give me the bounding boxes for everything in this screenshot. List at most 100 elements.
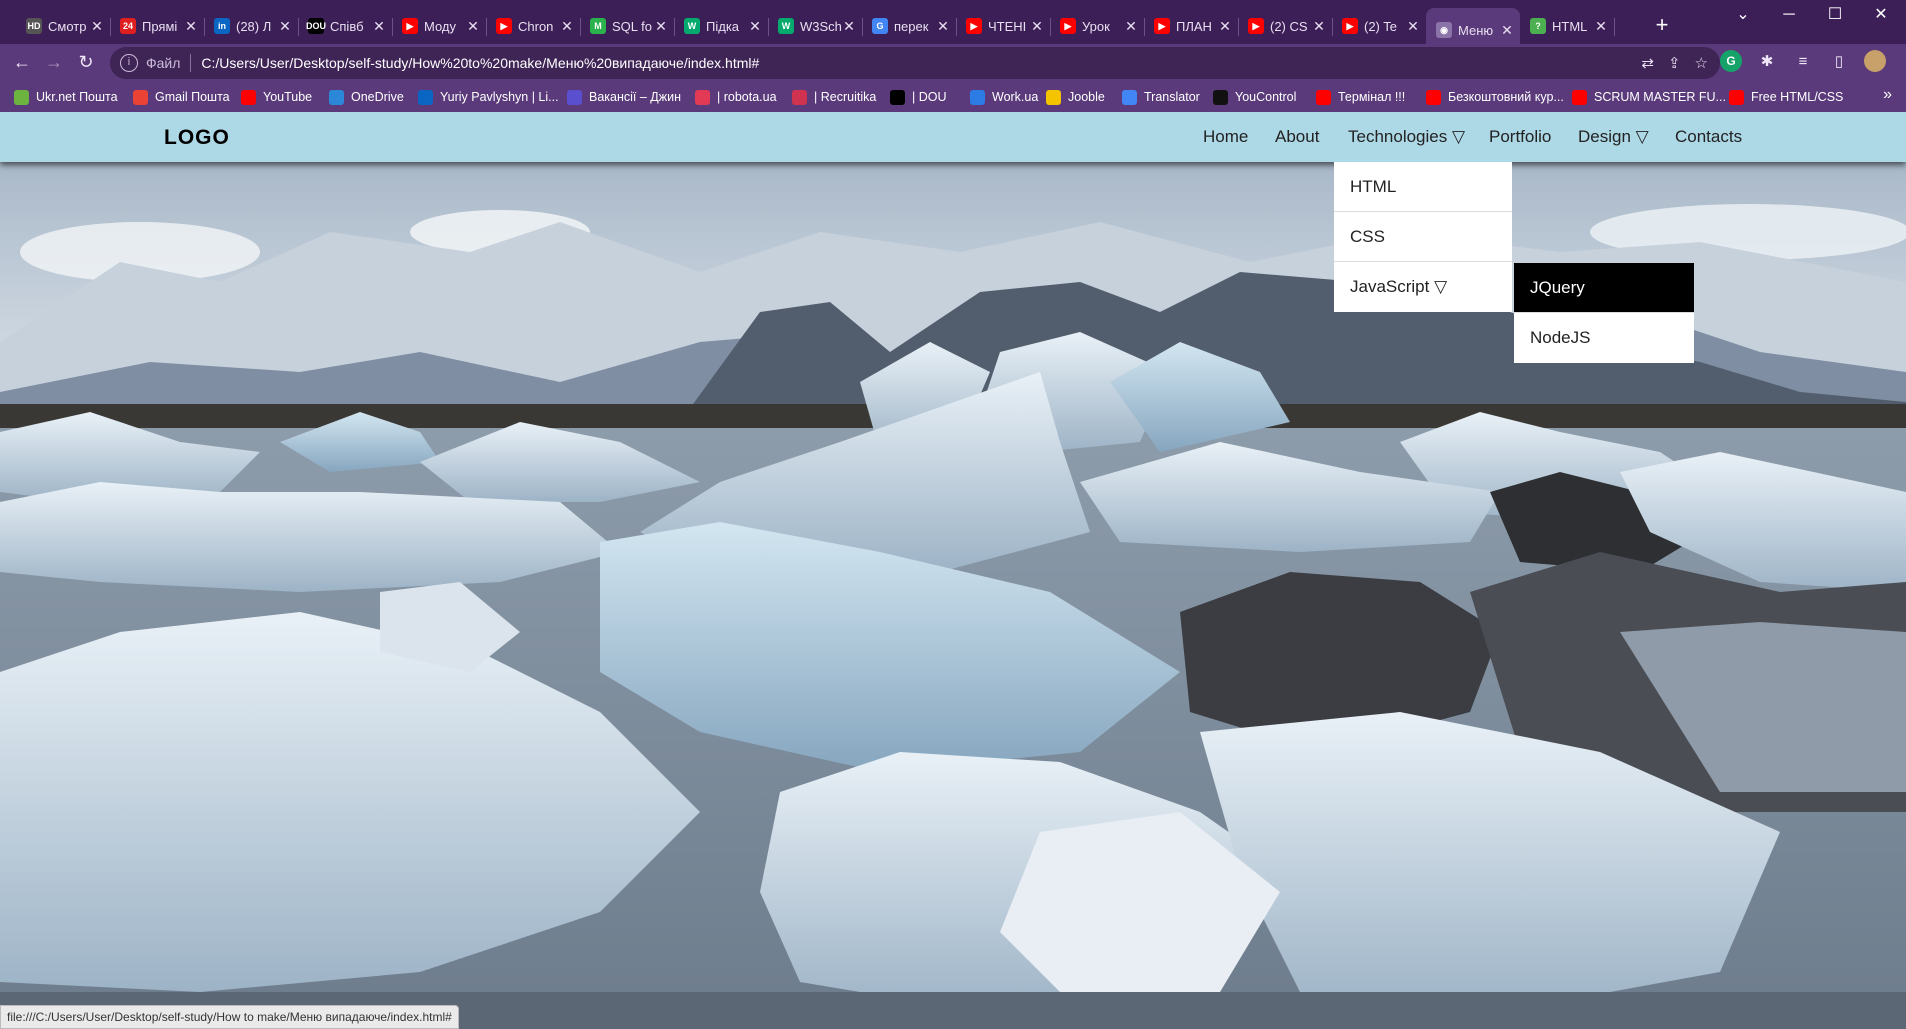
close-tab-icon[interactable]: ✕ [466, 18, 480, 35]
reading-list-icon[interactable]: ≡ [1792, 50, 1814, 72]
browser-tab[interactable]: ▶ Урок ✕ [1050, 10, 1144, 42]
bookmark-item[interactable]: Free HTML/CSS [1729, 88, 1843, 106]
youtube-icon: ▶ [1342, 18, 1358, 34]
nav-technologies-link[interactable]: Technologies ▽ [1348, 112, 1465, 162]
address-scheme: Файл [146, 55, 181, 71]
workua-icon [970, 89, 985, 105]
bookmark-label: Безкоштовний кур... [1448, 90, 1564, 104]
bookmark-star-icon[interactable]: ☆ [1695, 54, 1708, 72]
24-icon: 24 [120, 18, 136, 34]
bookmark-label: | robota.ua [717, 90, 777, 104]
tab-title: SQL fo [612, 18, 652, 34]
youtube-icon: ▶ [496, 18, 512, 34]
nav-portfolio-link[interactable]: Portfolio [1489, 112, 1551, 162]
browser-tab[interactable]: ▶ ПЛАН ✕ [1144, 10, 1238, 42]
close-window-button[interactable]: ✕ [1858, 0, 1904, 32]
close-tab-icon[interactable]: ✕ [654, 18, 668, 35]
browser-tab[interactable]: 24 Прямі ✕ [110, 10, 204, 42]
close-tab-icon[interactable]: ✕ [90, 18, 104, 35]
forward-icon[interactable]: → [40, 48, 68, 76]
close-tab-icon[interactable]: ✕ [560, 18, 574, 35]
minimize-button[interactable]: ─ [1766, 0, 1812, 32]
close-tab-icon[interactable]: ✕ [1218, 18, 1232, 35]
bookmark-item[interactable]: SCRUM MASTER FU... [1572, 88, 1726, 106]
close-tab-icon[interactable]: ✕ [184, 18, 198, 35]
reload-icon[interactable]: ↻ [72, 48, 100, 76]
youtube-icon: ▶ [966, 18, 982, 34]
close-tab-icon[interactable]: ✕ [1406, 18, 1420, 35]
bookmark-item[interactable]: Yuriy Pavlyshyn | Li... [418, 88, 559, 106]
grammarly-icon[interactable]: G [1720, 50, 1742, 72]
browser-tab[interactable]: ▶ (2) Te ✕ [1332, 10, 1426, 42]
bookmark-item[interactable]: Gmail Пошта [133, 88, 230, 106]
tab-title: Chron [518, 18, 554, 34]
close-tab-icon[interactable]: ✕ [278, 18, 292, 35]
maximize-button[interactable]: ☐ [1812, 0, 1858, 32]
browser-tab[interactable]: ? HTML ✕ [1520, 10, 1614, 42]
tab-title: Прямі [142, 18, 178, 34]
browser-tab[interactable]: in (28) Л ✕ [204, 10, 298, 42]
bookmark-item[interactable]: Jooble [1046, 88, 1105, 106]
close-tab-icon[interactable]: ✕ [1312, 18, 1326, 35]
close-tab-icon[interactable]: ✕ [1030, 18, 1044, 35]
browser-tab[interactable]: W W3Sch ✕ [768, 10, 862, 42]
browser-tab[interactable]: W Підка ✕ [674, 10, 768, 42]
site-logo[interactable]: LOGO [164, 126, 230, 150]
bookmark-item[interactable]: Термінал !!! [1316, 88, 1405, 106]
dropdown-item-html[interactable]: HTML [1334, 162, 1512, 212]
close-tab-icon[interactable]: ✕ [1500, 22, 1514, 39]
bookmarks-overflow-icon[interactable]: » [1883, 86, 1892, 104]
nav-home-link[interactable]: Home [1203, 112, 1248, 162]
browser-tab[interactable]: ▶ Chron ✕ [486, 10, 580, 42]
bookmark-item[interactable]: Translator [1122, 88, 1200, 106]
browser-tab[interactable]: DOU Співб ✕ [298, 10, 392, 42]
new-tab-button[interactable]: + [1648, 12, 1676, 40]
browser-tab[interactable]: ▶ (2) CS ✕ [1238, 10, 1332, 42]
browser-tab[interactable]: ▶ ЧТЕНІ ✕ [956, 10, 1050, 42]
dropdown-item-javascript[interactable]: JavaScript ▽ [1334, 262, 1512, 312]
address-bar[interactable]: i Файл C:/Users/User/Desktop/self-study/… [110, 47, 1720, 79]
bookmark-item[interactable]: Ukr.net Пошта [14, 88, 118, 106]
browser-tab[interactable]: M SQL fo ✕ [580, 10, 674, 42]
close-tab-icon[interactable]: ✕ [748, 18, 762, 35]
w3-icon: W [778, 18, 794, 34]
nav-about-link[interactable]: About [1275, 112, 1319, 162]
bookmark-item[interactable]: | robota.ua [695, 88, 777, 106]
info-icon[interactable]: i [120, 54, 138, 72]
close-tab-icon[interactable]: ✕ [936, 18, 950, 35]
bookmark-item[interactable]: YouTube [241, 88, 312, 106]
bookmark-item[interactable]: YouControl [1213, 88, 1296, 106]
bookmark-item[interactable]: | Recruitika [792, 88, 876, 106]
close-tab-icon[interactable]: ✕ [1124, 18, 1138, 35]
close-tab-icon[interactable]: ✕ [842, 18, 856, 35]
address-url[interactable]: C:/Users/User/Desktop/self-study/How%20t… [201, 55, 759, 71]
submenu-item-nodejs[interactable]: NodeJS [1514, 313, 1694, 363]
side-panel-icon[interactable]: ▯ [1828, 50, 1850, 72]
jooble-icon [1046, 89, 1061, 105]
nav-contacts-link[interactable]: Contacts [1675, 112, 1742, 162]
bookmark-item[interactable]: Безкоштовний кур... [1426, 88, 1564, 106]
browser-tab[interactable]: HD Смотр ✕ [16, 10, 110, 42]
youtube-icon: ▶ [1248, 18, 1264, 34]
bookmark-item[interactable]: | DOU [890, 88, 947, 106]
nav-design-link[interactable]: Design ▽ [1578, 112, 1649, 162]
dropdown-item-css[interactable]: CSS [1334, 212, 1512, 262]
extensions-icon[interactable]: ✱ [1756, 50, 1778, 72]
submenu-item-jquery[interactable]: JQuery [1514, 263, 1694, 313]
profile-avatar[interactable] [1864, 50, 1886, 72]
tab-search-icon[interactable]: ⌄ [1720, 0, 1766, 32]
close-tab-icon[interactable]: ✕ [372, 18, 386, 35]
ukrnet-icon [14, 89, 29, 105]
bookmark-item[interactable]: Вакансії – Джин [567, 88, 681, 106]
youtube-icon: ▶ [402, 18, 418, 34]
browser-tab[interactable]: ▶ Моду ✕ [392, 10, 486, 42]
bookmark-item[interactable]: OneDrive [329, 88, 404, 106]
google-icon [1122, 89, 1137, 105]
bookmark-item[interactable]: Work.ua [970, 88, 1038, 106]
back-icon[interactable]: ← [8, 48, 36, 76]
menu-kebab-icon[interactable]: ⋮ [1900, 50, 1906, 72]
browser-tab[interactable]: Gперек ✕ [862, 10, 956, 42]
close-tab-icon[interactable]: ✕ [1594, 18, 1608, 35]
translate-icon[interactable]: ⇄ [1641, 54, 1654, 72]
share-icon[interactable]: ⇪ [1668, 54, 1681, 72]
